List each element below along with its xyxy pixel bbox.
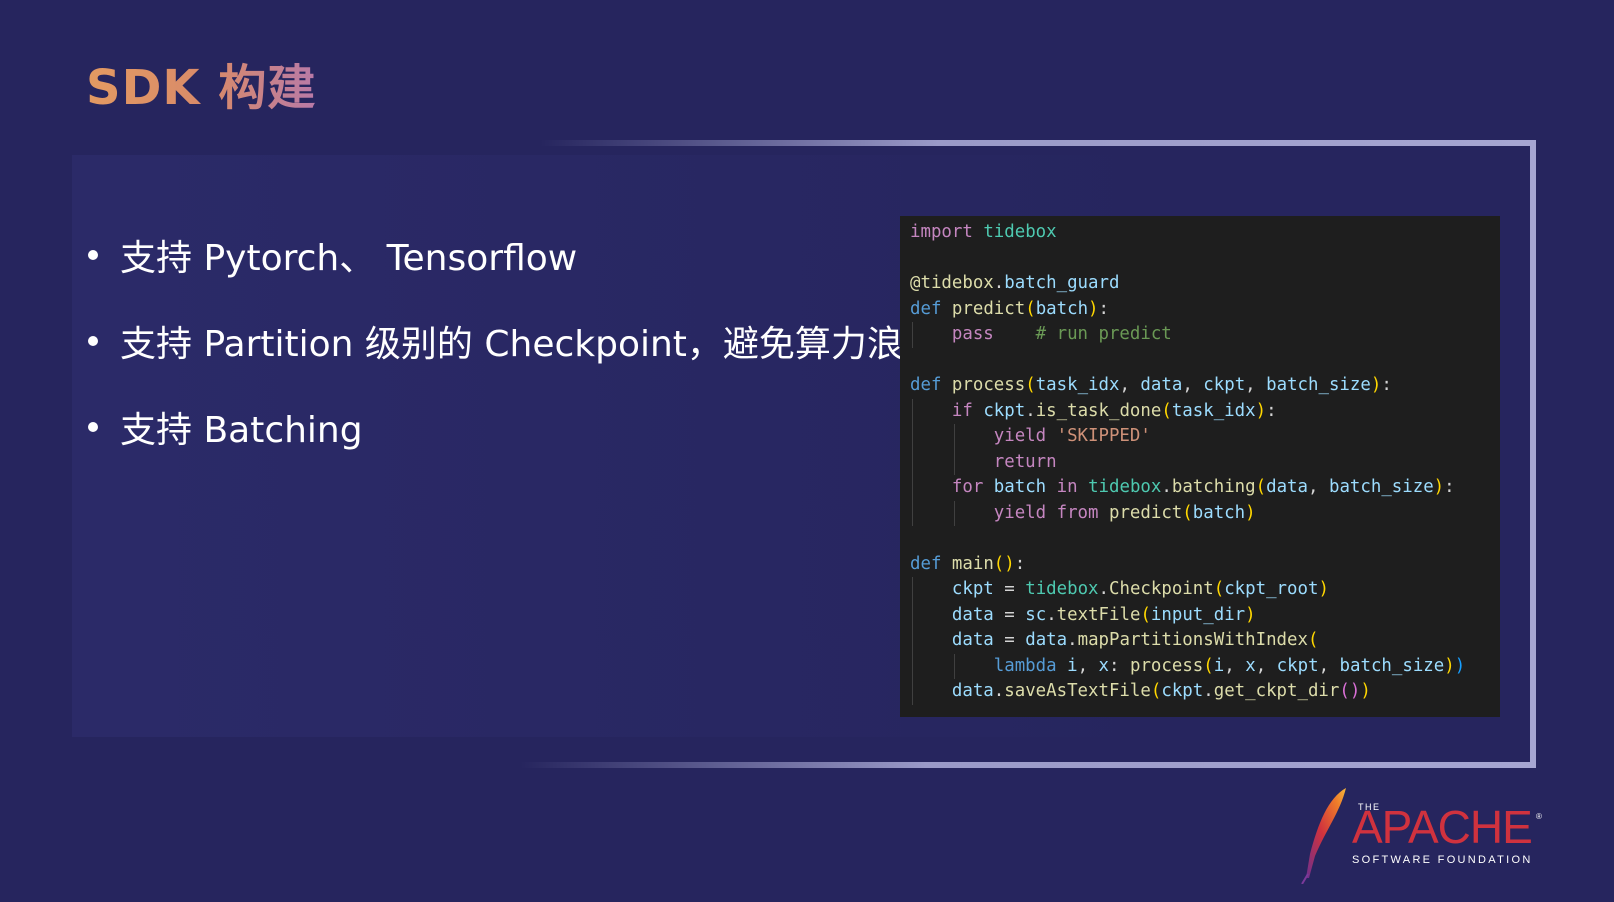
bullet-text: 支持 Pytorch、 Tensorflow (120, 238, 578, 279)
bullet-dot-icon (88, 250, 98, 260)
apache-logo: THE APACHE ® SOFTWARE FOUNDATION (1298, 784, 1558, 884)
code-line: def predict(batch): (910, 298, 1110, 319)
logo-subtitle: SOFTWARE FOUNDATION (1352, 854, 1533, 866)
code-block: import tidebox @tidebox.batch_guarddef pr… (900, 216, 1500, 717)
bullet-item: 支持 Pytorch、 Tensorflow (88, 212, 939, 298)
code-line: def main(): (910, 553, 1026, 574)
bullet-text: 支持 Partition 级别的 Checkpoint，避免算力浪费 (120, 324, 939, 365)
feather-icon (1301, 788, 1346, 884)
code-line: data = sc.textFile(input_dir) (910, 602, 1500, 628)
code-line: return (910, 449, 1500, 475)
code-line: for batch in tidebox.batching(data, batc… (910, 475, 1500, 501)
code-line: @tidebox.batch_guard (910, 273, 1120, 293)
code-line: import tidebox (910, 222, 1057, 242)
bullet-text: 支持 Batching (120, 410, 363, 451)
bullet-list: 支持 Pytorch、 Tensorflow 支持 Partition 级别的 … (88, 212, 939, 470)
frame-border-top (540, 140, 1536, 146)
code-line: yield from predict(batch) (910, 500, 1500, 526)
bullet-item: 支持 Batching (88, 384, 939, 470)
code-line: def process(task_idx, data, ckpt, batch_… (910, 375, 1392, 395)
code-line: data.saveAsTextFile(ckpt.get_ckpt_dir()) (910, 679, 1500, 705)
bullet-item: 支持 Partition 级别的 Checkpoint，避免算力浪费 (88, 298, 939, 384)
frame-border-bottom (520, 762, 1536, 768)
code-line: data = data.mapPartitionsWithIndex( (910, 628, 1500, 654)
code-line: yield 'SKIPPED' (910, 424, 1500, 450)
code-line: lambda i, x: process(i, x, ckpt, batch_s… (910, 653, 1500, 679)
code-line: pass # run predict (910, 322, 1500, 348)
bullet-dot-icon (88, 422, 98, 432)
frame-border-right (1530, 140, 1536, 768)
bullet-dot-icon (88, 336, 98, 346)
code-line: ckpt = tidebox.Checkpoint(ckpt_root) (910, 577, 1500, 603)
code-line: if ckpt.is_task_done(task_idx): (910, 398, 1500, 424)
logo-registered-mark: ® (1536, 812, 1542, 821)
slide-title: SDK 构建 (86, 48, 316, 118)
logo-apache-text: APACHE (1352, 801, 1533, 853)
